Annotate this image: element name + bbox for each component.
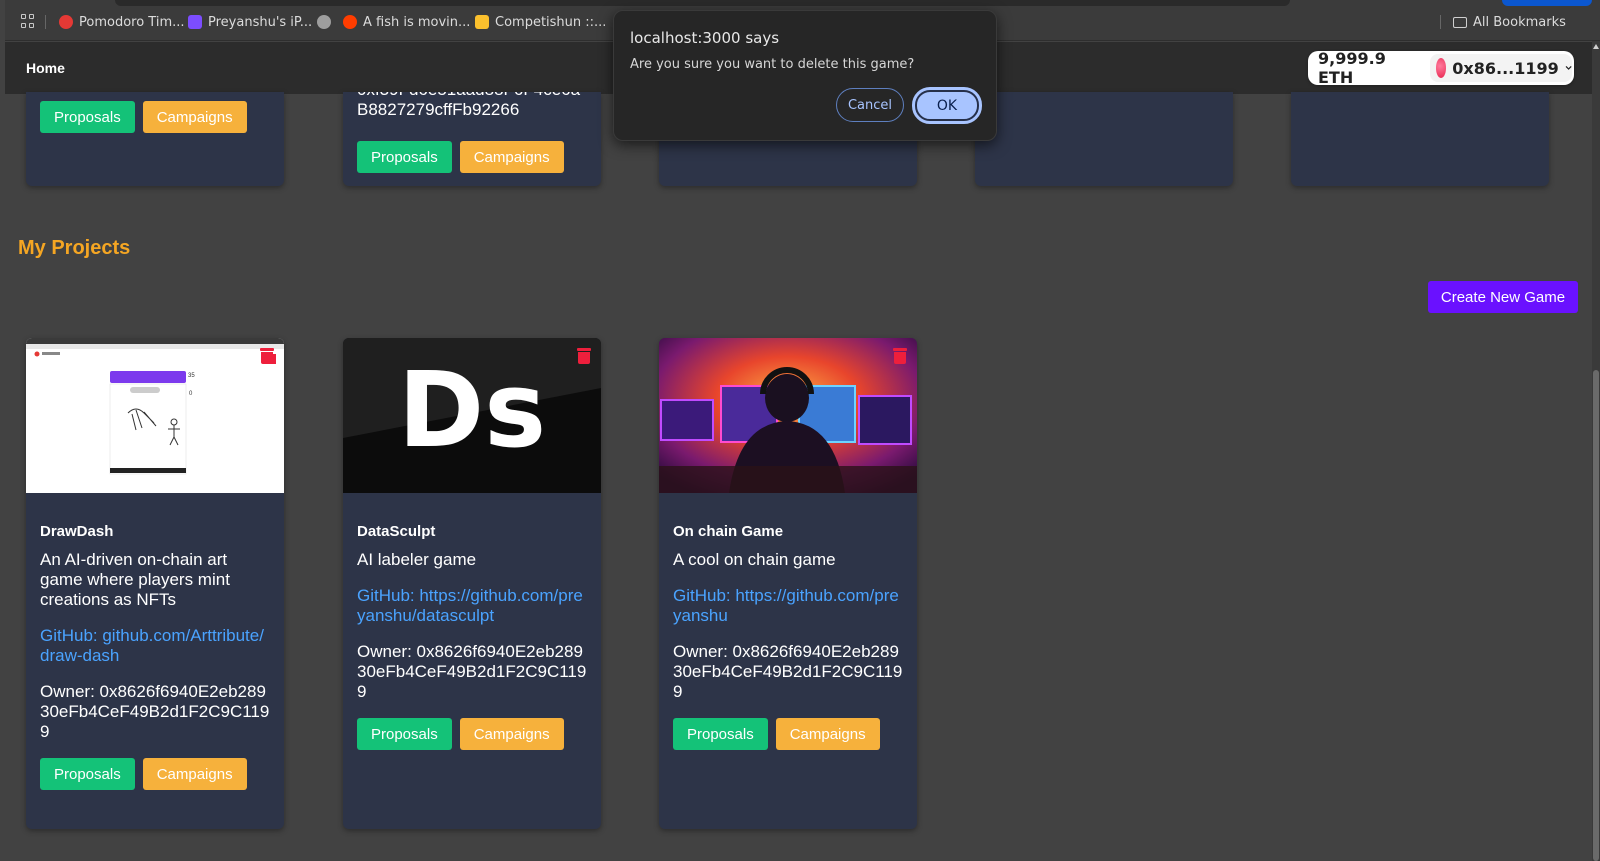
svg-text:Ds: Ds	[398, 349, 546, 471]
campaigns-button[interactable]: Campaigns	[775, 718, 880, 750]
wallet-account[interactable]: 0x86...1199	[1430, 54, 1572, 82]
bookmark-competishun[interactable]: Competishun ::...	[475, 13, 606, 31]
project-card	[1291, 92, 1549, 186]
project-card-onchain-game: On chain Game A cool on chain game GitHu…	[659, 338, 917, 829]
card-owner: 0xf39Fd6e51aad88F6F4ce6aB8827279cffFb922…	[357, 92, 580, 119]
wallet-connect-button[interactable]: 9,999.9 ETH 0x86...1199	[1308, 49, 1574, 87]
screenshot-thumbnail: 35 0	[26, 338, 284, 475]
project-thumbnail: 35 0	[26, 338, 284, 493]
gamer-image	[659, 338, 917, 493]
chevron-down-icon	[1565, 66, 1572, 70]
card-description: AI labeler game	[357, 550, 477, 569]
cancel-button[interactable]: Cancel	[836, 88, 904, 122]
nav-home-link[interactable]: Home	[26, 60, 65, 76]
project-card	[975, 92, 1233, 186]
ok-button[interactable]: OK	[912, 87, 982, 124]
campaigns-button[interactable]: Campaigns	[142, 101, 247, 133]
card-owner: Owner: 0x8626f6940E2eb28930eFb4CeF49B2d1…	[357, 642, 587, 701]
wallet-balance: 9,999.9 ETH	[1318, 49, 1386, 87]
app-icon	[188, 15, 202, 29]
scrollbar-thumb[interactable]	[1593, 370, 1599, 861]
svg-text:0: 0	[189, 391, 193, 397]
github-link[interactable]: GitHub: github.com/Arttribute/draw-dash	[40, 626, 270, 666]
page-title: My Projects	[18, 237, 131, 259]
card-title: DataSculpt	[357, 523, 436, 540]
folder-icon	[1453, 16, 1467, 28]
dialog-message: Are you sure you want to delete this gam…	[630, 57, 915, 72]
bookmark-fish[interactable]: A fish is movin...	[343, 13, 470, 31]
campaigns-button[interactable]: Campaigns	[459, 718, 564, 750]
all-bookmarks[interactable]: All Bookmarks	[1453, 13, 1566, 31]
project-thumbnail: Ds	[343, 338, 601, 493]
card-description: A cool on chain game	[673, 550, 836, 569]
confirm-dialog: localhost:3000 says Are you sure you wan…	[613, 10, 997, 141]
proposals-button[interactable]: Proposals	[357, 718, 452, 750]
github-link[interactable]: GitHub: https://github.com/preyanshu/dat…	[357, 586, 587, 626]
create-new-game-button[interactable]: Create New Game	[1428, 281, 1578, 313]
divider	[45, 15, 46, 29]
github-link[interactable]: GitHub: https://github.com/preyanshu	[673, 586, 903, 626]
project-card-datasculpt: Ds DataSculpt AI labeler game GitHub: ht…	[343, 338, 601, 829]
avatar	[1436, 58, 1447, 78]
trash-icon[interactable]	[577, 348, 591, 364]
ds-logo-image: Ds	[343, 338, 601, 493]
bookmark-pomodoro[interactable]: Pomodoro Tim...	[59, 13, 185, 31]
project-card: 0xf39Fd6e51aad88F6F4ce6aB8827279cffFb922…	[343, 92, 601, 186]
bookmark-label: Competishun ::...	[495, 14, 607, 30]
project-thumbnail	[659, 338, 917, 493]
scroll-up-arrow-icon[interactable]	[1593, 44, 1599, 49]
campaigns-button[interactable]: Campaigns	[459, 141, 564, 173]
bookmark-label: Pomodoro Tim...	[79, 14, 185, 30]
proposals-button[interactable]: Proposals	[357, 141, 452, 173]
proposals-button[interactable]: Proposals	[40, 101, 135, 133]
bookmark-label: Preyanshu's iP...	[208, 14, 313, 30]
bookmark-preyanshu[interactable]: Preyanshu's iP...	[188, 13, 312, 31]
wallet-address: 0x86...1199	[1452, 58, 1559, 78]
svg-text:35: 35	[188, 373, 195, 379]
project-card-drawdash: 35 0 DrawDash An AI-driven on-chain art …	[26, 338, 284, 829]
apps-grid-icon[interactable]	[21, 14, 35, 28]
proposals-button[interactable]: Proposals	[673, 718, 768, 750]
trash-icon[interactable]	[260, 348, 274, 364]
card-title: On chain Game	[673, 523, 784, 540]
music-icon	[343, 15, 357, 29]
card-owner: Owner: 0x8626f6940E2eb28930eFb4CeF49B2d1…	[40, 682, 270, 741]
card-title: DrawDash	[40, 523, 114, 540]
globe-icon	[317, 15, 331, 29]
profile-button[interactable]	[1502, 0, 1592, 6]
trash-icon[interactable]	[893, 348, 907, 364]
campaigns-button[interactable]: Campaigns	[142, 758, 247, 790]
proposals-button[interactable]: Proposals	[40, 758, 135, 790]
dialog-title: localhost:3000 says	[630, 29, 780, 47]
card-description: An AI-driven on-chain art game where pla…	[40, 550, 230, 609]
divider	[1440, 15, 1441, 29]
bookmark-globe[interactable]	[317, 13, 331, 31]
card-owner: Owner: 0x8626f6940E2eb28930eFb4CeF49B2d1…	[673, 642, 903, 701]
book-icon	[475, 15, 489, 29]
tab-strip	[115, 0, 1290, 6]
project-card: Proposals Campaigns	[26, 92, 284, 186]
tomato-icon	[59, 15, 73, 29]
bookmark-label: A fish is movin...	[363, 14, 471, 30]
all-bookmarks-label: All Bookmarks	[1473, 14, 1566, 30]
